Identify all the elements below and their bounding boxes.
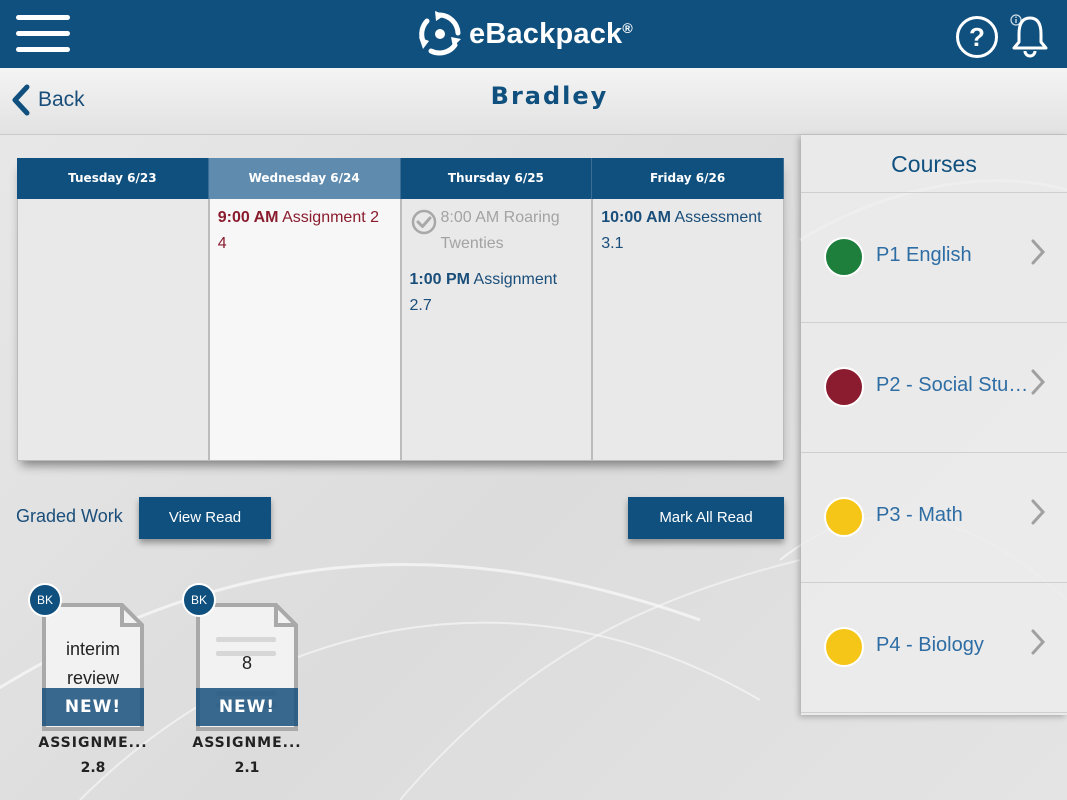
course-name: P2 - Social Studies: [876, 374, 1036, 396]
check-circle-icon: [411, 209, 436, 235]
event-time: 8:00 AM: [440, 209, 500, 226]
calendar-event-completed[interactable]: 8:00 AM Roaring Twenties: [410, 205, 584, 257]
day-header-active[interactable]: Wednesday 6/24: [208, 158, 401, 199]
menu-icon[interactable]: [16, 15, 70, 55]
event-time: 9:00 AM: [217, 209, 279, 226]
course-name: P3 - Math: [876, 504, 963, 526]
logo-text: eBackpack®: [469, 17, 633, 50]
new-badge: NEW!: [196, 688, 298, 726]
course-color-dot: [824, 237, 864, 277]
course-color-dot: [824, 627, 864, 667]
calendar-event[interactable]: 10:00 AM Assessment 3.1: [601, 205, 775, 257]
course-name: P4 - Biology: [876, 634, 984, 656]
graded-item-number: 2.8: [80, 760, 106, 776]
event-time: 10:00 AM: [601, 209, 671, 226]
chevron-right-icon: [1031, 629, 1046, 655]
graded-item-number: 2.1: [234, 760, 260, 776]
course-item-biology[interactable]: P4 - Biology: [801, 583, 1067, 713]
course-item-social-studies[interactable]: P2 - Social Studies: [801, 323, 1067, 453]
calendar-event[interactable]: 1:00 PM Assignment 2.7: [410, 267, 584, 319]
info-icon: [1010, 14, 1022, 26]
graded-item[interactable]: BK interim review NEW! ASSIGNME... 2.8: [28, 583, 168, 776]
nav-bar: Back Bradley: [0, 68, 1067, 135]
logo-icon: [419, 11, 461, 56]
graded-item-title: ASSIGNME...: [192, 735, 302, 751]
day-column: 10:00 AM Assessment 3.1: [592, 199, 784, 461]
help-icon[interactable]: ?: [956, 16, 998, 58]
courses-panel: Courses P1 English P2 - Social Studies P…: [801, 135, 1067, 715]
chevron-right-icon: [1031, 239, 1046, 265]
top-bar: eBackpack® ?: [0, 0, 1067, 68]
new-badge: NEW!: [42, 688, 144, 726]
graded-work-label: Graded Work: [16, 506, 123, 526]
avatar-badge: BK: [28, 583, 62, 617]
avatar-badge: BK: [182, 583, 216, 617]
course-item-math[interactable]: P3 - Math: [801, 453, 1067, 583]
day-header[interactable]: Tuesday 6/23: [17, 158, 209, 199]
week-calendar: Tuesday 6/23 Wednesday 6/24 Thursday 6/2…: [17, 158, 784, 461]
course-name: P1 English: [876, 244, 972, 266]
mark-all-read-button[interactable]: Mark All Read: [628, 497, 784, 539]
day-column-active: 9:00 AM Assignment 2 4: [208, 199, 401, 461]
document-preview-text: interim review: [65, 639, 120, 688]
courses-heading: Courses: [801, 135, 1067, 193]
course-color-dot: [824, 497, 864, 537]
day-header[interactable]: Thursday 6/25: [400, 158, 593, 199]
day-header[interactable]: Friday 6/26: [592, 158, 784, 199]
day-column: [17, 199, 209, 461]
course-item-english[interactable]: P1 English: [801, 193, 1067, 323]
calendar-event[interactable]: 9:00 AM Assignment 2 4: [218, 205, 392, 257]
calendar-header: Tuesday 6/23 Wednesday 6/24 Thursday 6/2…: [17, 158, 784, 199]
day-column: 8:00 AM Roaring Twenties 1:00 PM Assignm…: [400, 199, 593, 461]
chevron-right-icon: [1031, 369, 1046, 395]
chevron-right-icon: [1031, 499, 1046, 525]
calendar-body: 9:00 AM Assignment 2 4 8:00 AM Roaring T…: [17, 199, 784, 461]
course-color-dot: [824, 367, 864, 407]
page-title: Bradley: [490, 82, 609, 110]
bell-icon[interactable]: [1010, 12, 1050, 58]
document-preview-text: 8: [241, 653, 252, 673]
event-time: 1:00 PM: [409, 271, 470, 288]
view-read-button[interactable]: View Read: [139, 497, 271, 539]
graded-item[interactable]: BK 8 NEW! ASSIGNME... 2.1: [182, 583, 322, 776]
app-logo: eBackpack®: [415, 6, 633, 62]
graded-item-title: ASSIGNME...: [38, 735, 148, 751]
